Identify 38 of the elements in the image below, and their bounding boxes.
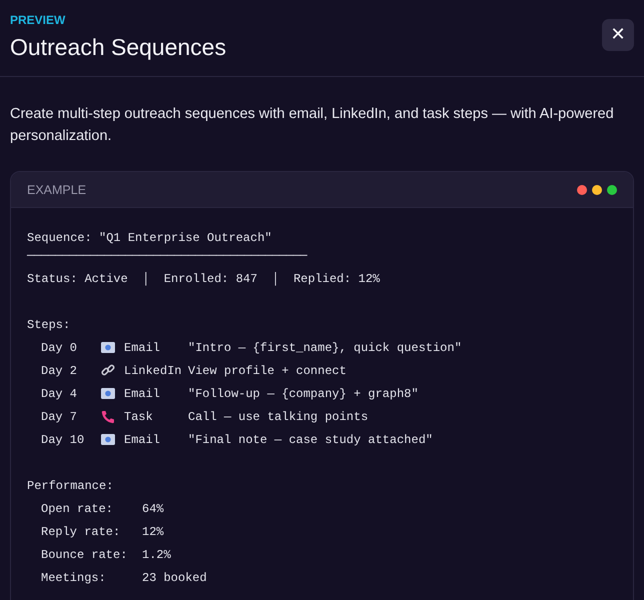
metric-value: 23 booked xyxy=(142,570,207,584)
step-detail: "Final note — case study attached" xyxy=(188,432,433,446)
metric-label: Reply rate: xyxy=(41,524,122,538)
description-text: Create multi-step outreach sequences with email, LinkedIn, and task steps — with AI-powered personalization. xyxy=(10,105,615,146)
step-detail: "Intro — {first_name}, quick question" xyxy=(188,340,462,354)
step-day: Day 7 xyxy=(41,410,101,424)
separator-line: ──────────────────────────────────────── xyxy=(27,249,308,263)
step-day: Day 2 xyxy=(41,364,101,378)
step-detail: Call — use talking points xyxy=(188,410,368,424)
status-line: Status: Active │ Enrolled: 847 │ Replied: 12% xyxy=(27,272,380,286)
step-detail: View profile + connect xyxy=(188,364,346,378)
preview-label: PREVIEW xyxy=(10,13,66,27)
panel-title: Outreach Sequences xyxy=(10,33,226,62)
sequence-line: Sequence: "Q1 Enterprise Outreach" xyxy=(27,230,272,244)
envelope-icon xyxy=(101,434,115,445)
metric-label: Bounce rate: xyxy=(41,548,128,562)
link-icon xyxy=(101,364,115,378)
step-day: Day 4 xyxy=(41,386,101,400)
step-channel: LinkedIn xyxy=(124,364,183,378)
step-channel: Email xyxy=(124,432,162,446)
step-day: Day 0 xyxy=(41,340,101,354)
step-channel: Email xyxy=(124,386,162,400)
metric-label: Meetings: xyxy=(41,570,107,584)
phone-icon xyxy=(101,410,115,424)
example-label: EXAMPLE xyxy=(27,182,86,196)
metric-label: Open rate: xyxy=(41,502,114,516)
step-day: Day 10 xyxy=(41,432,101,446)
envelope-icon xyxy=(101,342,115,353)
performance-heading: Performance: xyxy=(27,478,114,492)
step-detail: "Follow-up — {company} + graph8" xyxy=(188,386,418,400)
steps-heading: Steps: xyxy=(27,318,70,332)
metric-value: 12% xyxy=(142,524,164,538)
metric-value: 1.2% xyxy=(142,548,171,562)
close-button[interactable]: ✕ xyxy=(602,19,634,51)
step-channel: Email xyxy=(124,340,162,354)
envelope-icon xyxy=(101,388,115,399)
step-channel: Task xyxy=(124,410,154,424)
metric-value: 64% xyxy=(142,502,164,516)
